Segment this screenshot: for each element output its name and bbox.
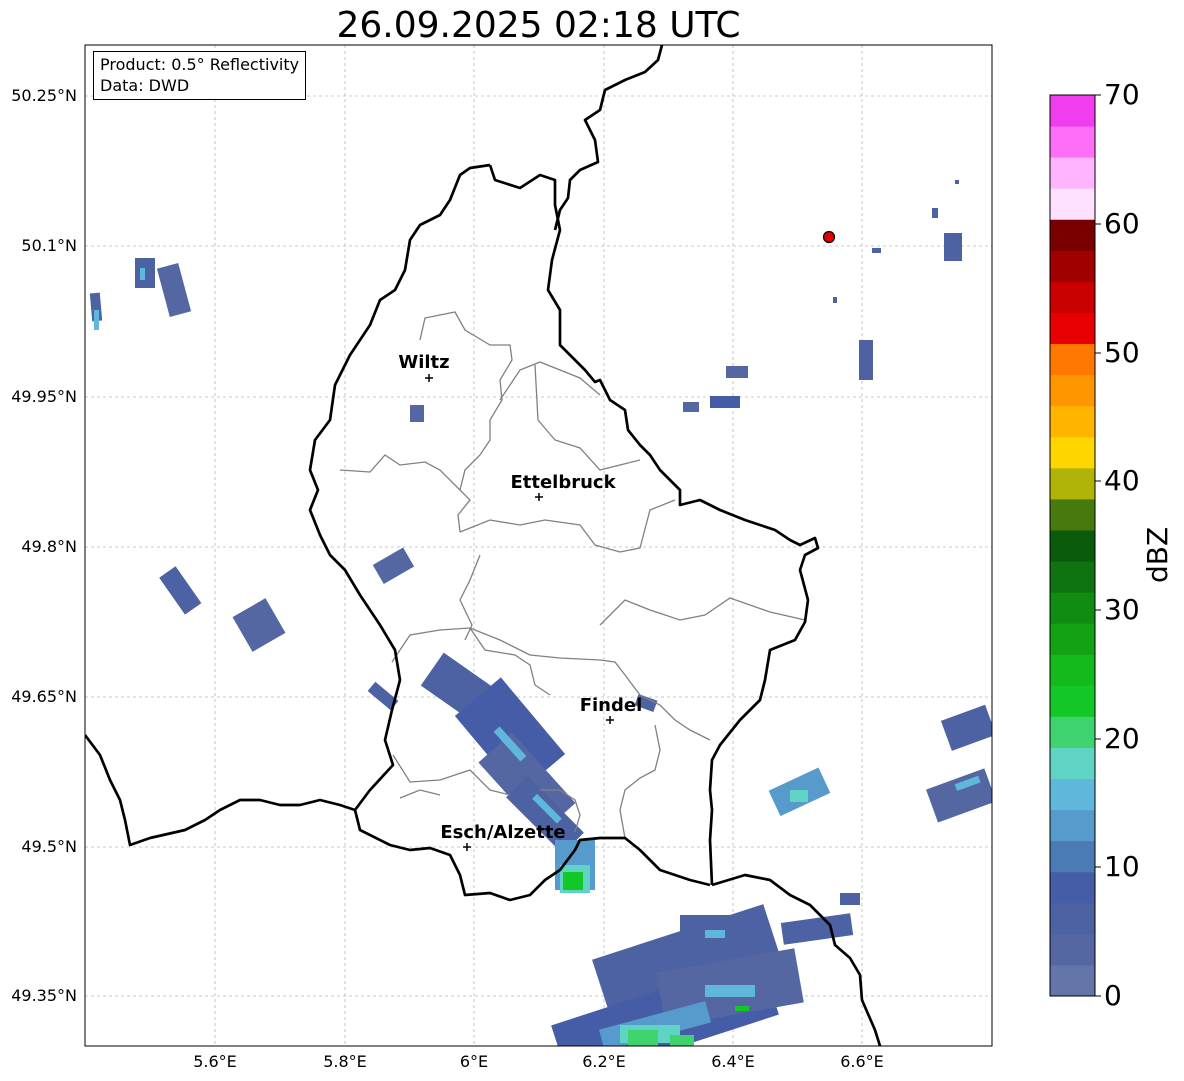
lat-tick-label: 49.8°N bbox=[21, 537, 77, 556]
colorbar-tick-label: 50 bbox=[1104, 336, 1140, 369]
echo-cell bbox=[710, 396, 740, 408]
colorbar-segment bbox=[1050, 498, 1095, 531]
colorbar-segment bbox=[1050, 747, 1095, 780]
colorbar-segment bbox=[1050, 436, 1095, 469]
colorbar-tick-label: 0 bbox=[1104, 979, 1122, 1012]
colorbar-tick-label: 30 bbox=[1104, 593, 1140, 626]
colorbar-tick-label: 40 bbox=[1104, 464, 1140, 497]
echo-cell bbox=[955, 180, 959, 184]
colorbar-unit-label: dBZ bbox=[1141, 526, 1174, 583]
city-label-ettelbruck: Ettelbruck bbox=[510, 472, 616, 493]
colorbar-tick-label: 60 bbox=[1104, 207, 1140, 240]
lon-tick-label: 6.6°E bbox=[840, 1052, 884, 1071]
lat-tick-label: 49.95°N bbox=[11, 387, 77, 406]
echo-band bbox=[628, 1030, 658, 1046]
colorbar-segment bbox=[1050, 902, 1095, 935]
product-label: Product: 0.5° Reflectivity bbox=[100, 55, 300, 74]
colorbar-segment bbox=[1050, 964, 1095, 997]
lon-tick-label: 5.8°E bbox=[323, 1052, 367, 1071]
lon-tick-label: 6.4°E bbox=[711, 1052, 755, 1071]
colorbar-segment bbox=[1050, 405, 1095, 438]
colorbar-segment bbox=[1050, 529, 1095, 562]
colorbar bbox=[1050, 95, 1095, 997]
echo-cell bbox=[94, 310, 99, 330]
lat-tick-label: 50.1°N bbox=[21, 236, 77, 255]
lat-tick-label: 49.5°N bbox=[21, 837, 77, 856]
lat-tick-label: 49.35°N bbox=[11, 986, 77, 1005]
colorbar-segment bbox=[1050, 809, 1095, 842]
colorbar-tick-label: 10 bbox=[1104, 850, 1140, 883]
colorbar-ticks bbox=[1095, 94, 1101, 997]
city-label-findel: Findel bbox=[580, 695, 643, 716]
colorbar-segment bbox=[1050, 933, 1095, 966]
echo-cell bbox=[790, 790, 808, 802]
echo-cell bbox=[859, 340, 873, 380]
colorbar-segment bbox=[1050, 157, 1095, 189]
colorbar-segment bbox=[1050, 312, 1095, 345]
colorbar-segment bbox=[1050, 219, 1095, 251]
colorbar-segment bbox=[1050, 561, 1095, 593]
colorbar-tick-label: 20 bbox=[1104, 722, 1140, 755]
colorbar-segment bbox=[1050, 840, 1095, 873]
echo-band bbox=[563, 872, 583, 890]
colorbar-segment bbox=[1050, 374, 1095, 407]
echo-cell bbox=[944, 233, 962, 261]
echo-band bbox=[705, 985, 755, 997]
lon-tick-label: 6.2°E bbox=[582, 1052, 626, 1071]
colorbar-segment bbox=[1050, 871, 1095, 904]
colorbar-segment bbox=[1050, 716, 1095, 748]
product-info-box: Product: 0.5° Reflectivity Data: DWD bbox=[93, 51, 307, 100]
colorbar-segment bbox=[1050, 126, 1095, 158]
echo-band bbox=[670, 1035, 694, 1046]
data-source-label: Data: DWD bbox=[100, 76, 190, 95]
radar-map: Wiltz Ettelbruck Findel Esch/Alzette 50.… bbox=[11, 44, 1101, 1071]
echo-band bbox=[735, 1006, 749, 1011]
colorbar-segment bbox=[1050, 343, 1095, 376]
colorbar-segment bbox=[1050, 95, 1095, 127]
echo-cell bbox=[840, 893, 860, 905]
echo-cell bbox=[872, 248, 881, 253]
colorbar-segment bbox=[1050, 623, 1095, 655]
echo-band bbox=[705, 930, 725, 938]
city-label-esch: Esch/Alzette bbox=[440, 822, 565, 843]
colorbar-segment bbox=[1050, 188, 1095, 220]
echo-cell bbox=[726, 366, 748, 378]
colorbar-segment bbox=[1050, 778, 1095, 811]
colorbar-segment bbox=[1050, 467, 1095, 500]
lat-tick-label: 50.25°N bbox=[11, 86, 77, 105]
colorbar-segment bbox=[1050, 281, 1095, 313]
echo-cell bbox=[410, 405, 424, 422]
lon-tick-label: 5.6°E bbox=[193, 1052, 237, 1071]
colorbar-segment bbox=[1050, 654, 1095, 686]
colorbar-tick-label: 70 bbox=[1104, 78, 1140, 111]
colorbar-segment bbox=[1050, 685, 1095, 717]
echo-cell bbox=[932, 208, 938, 218]
echo-cell bbox=[833, 297, 837, 303]
radar-site-marker bbox=[822, 230, 836, 244]
colorbar-segment bbox=[1050, 250, 1095, 282]
colorbar-segment bbox=[1050, 592, 1095, 624]
lon-tick-label: 6°E bbox=[460, 1052, 488, 1071]
city-label-wiltz: Wiltz bbox=[398, 352, 449, 373]
lat-tick-label: 49.65°N bbox=[11, 687, 77, 706]
echo-cell bbox=[683, 402, 699, 412]
echo-cell bbox=[140, 268, 145, 280]
